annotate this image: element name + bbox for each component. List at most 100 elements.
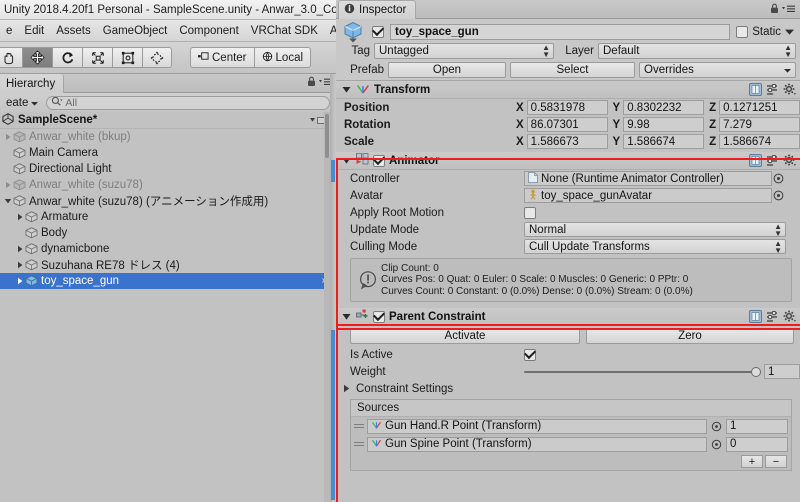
- foldout-collapsed-icon[interactable]: [14, 245, 25, 253]
- tag-dropdown[interactable]: Untagged ▲ ▼: [374, 42, 554, 59]
- drag-handle-icon[interactable]: [354, 442, 364, 446]
- gameobject-name-input[interactable]: toy_space_gun: [390, 23, 731, 40]
- help-book-icon[interactable]: [749, 154, 762, 170]
- hand-tool-button[interactable]: [0, 47, 22, 68]
- space-mode-button[interactable]: Local: [253, 47, 312, 68]
- source-object-picker-icon[interactable]: [710, 420, 723, 433]
- hierarchy-item-body[interactable]: Body: [0, 225, 330, 241]
- scene-row[interactable]: SampleScene*: [0, 112, 330, 129]
- weight-value-input[interactable]: 1: [764, 364, 800, 379]
- transform-position-x-input[interactable]: 0.5831978: [526, 100, 608, 115]
- transform-scale-x-input[interactable]: 1.586673: [526, 134, 608, 149]
- hierarchy-item-main-camera[interactable]: Main Camera: [0, 145, 330, 161]
- hierarchy-item-dynamicbone[interactable]: dynamicbone: [0, 241, 330, 257]
- remove-source-button[interactable]: −: [765, 455, 787, 468]
- source-row[interactable]: Gun Hand.R Point (Transform) 1: [351, 417, 791, 435]
- transform-rotation-x-input[interactable]: 86.07301: [526, 117, 608, 132]
- transform-scale-y-input[interactable]: 1.586674: [623, 134, 705, 149]
- preset-icon[interactable]: [766, 154, 779, 170]
- transform-header[interactable]: Transform: [336, 81, 800, 99]
- hierarchy-tree[interactable]: SampleScene* Anwar_white (bkup) Main Came…: [0, 112, 330, 502]
- avatar-object-field[interactable]: toy_space_gunAvatar: [524, 188, 772, 203]
- constraint-settings-row[interactable]: Constraint Settings: [336, 380, 800, 397]
- foldout-expanded-icon[interactable]: [2, 197, 13, 205]
- source-weight-input[interactable]: 0: [726, 436, 788, 452]
- controller-object-field[interactable]: None (Runtime Animator Controller): [524, 171, 772, 186]
- rotate-tool-button[interactable]: [52, 47, 82, 68]
- pivot-mode-button[interactable]: Center: [190, 47, 254, 68]
- activate-button[interactable]: Activate: [350, 328, 580, 344]
- source-transform-field[interactable]: Gun Spine Point (Transform): [367, 436, 707, 452]
- menu-overflow[interactable]: A): [324, 23, 336, 39]
- tab-hierarchy[interactable]: Hierarchy: [0, 74, 65, 93]
- foldout-triangle-icon[interactable]: [341, 156, 352, 165]
- animator-header[interactable]: Animator: [336, 152, 800, 170]
- foldout-collapsed-icon[interactable]: [14, 277, 25, 285]
- is-active-checkbox[interactable]: [524, 348, 536, 361]
- static-checkbox[interactable]: [736, 25, 749, 38]
- add-source-button[interactable]: +: [741, 455, 763, 468]
- prefab-open-button[interactable]: Open: [388, 61, 506, 78]
- menu-component[interactable]: Component: [173, 23, 244, 39]
- prefab-select-button[interactable]: Select: [510, 61, 635, 78]
- scale-tool-button[interactable]: [82, 47, 112, 68]
- source-object-picker-icon[interactable]: [710, 438, 723, 451]
- zero-button[interactable]: Zero: [586, 328, 794, 344]
- help-book-icon[interactable]: [749, 310, 762, 326]
- inspector-menu-icon[interactable]: [782, 4, 796, 17]
- hierarchy-scrollbar-thumb[interactable]: [325, 114, 329, 158]
- weight-slider-knob[interactable]: [751, 366, 761, 377]
- foldout-collapsed-icon[interactable]: [14, 261, 25, 269]
- update-mode-dropdown[interactable]: Normal ▲ ▼: [524, 222, 786, 237]
- layer-dropdown[interactable]: Default ▲ ▼: [598, 42, 796, 59]
- transform-position-y-input[interactable]: 0.8302232: [623, 100, 705, 115]
- hierarchy-search-input[interactable]: All: [46, 95, 330, 110]
- source-weight-input[interactable]: 1: [726, 418, 788, 434]
- apply-root-motion-checkbox[interactable]: [524, 206, 536, 219]
- foldout-collapsed-icon[interactable]: [14, 213, 25, 221]
- prefab-overrides-dropdown[interactable]: Overrides: [639, 61, 796, 78]
- hierarchy-item-anwar-white-suzu78[interactable]: Anwar_white (suzu78): [0, 177, 330, 193]
- parent-constraint-enabled-checkbox[interactable]: [373, 310, 385, 323]
- controller-object-picker-icon[interactable]: [772, 172, 785, 185]
- foldout-triangle-icon[interactable]: [341, 312, 352, 321]
- foldout-collapsed-icon[interactable]: [2, 133, 13, 141]
- help-book-icon[interactable]: [749, 83, 762, 99]
- rect-tool-button[interactable]: [112, 47, 142, 68]
- avatar-object-picker-icon[interactable]: [772, 189, 785, 202]
- gear-icon[interactable]: [783, 310, 796, 326]
- static-dropdown-icon[interactable]: [785, 26, 794, 38]
- drag-handle-icon[interactable]: [354, 424, 364, 428]
- preset-icon[interactable]: [766, 310, 779, 326]
- hierarchy-item-anwar-white-bkup[interactable]: Anwar_white (bkup): [0, 129, 330, 145]
- preset-icon[interactable]: [766, 83, 779, 99]
- gameobject-enabled-checkbox[interactable]: [372, 25, 384, 38]
- gear-icon[interactable]: [783, 154, 796, 170]
- move-tool-button[interactable]: [22, 47, 52, 68]
- tab-inspector[interactable]: Inspector: [338, 0, 417, 19]
- source-row[interactable]: Gun Spine Point (Transform) 0: [351, 435, 791, 453]
- hierarchy-item-armature[interactable]: Armature: [0, 209, 330, 225]
- source-transform-field[interactable]: Gun Hand.R Point (Transform): [367, 418, 707, 434]
- foldout-collapsed-icon[interactable]: [341, 384, 352, 393]
- weight-slider[interactable]: [524, 366, 761, 377]
- parent-constraint-header[interactable]: Parent Constraint: [336, 308, 800, 326]
- transform-rotation-z-input[interactable]: 7.279: [719, 117, 800, 132]
- transform-rotation-y-input[interactable]: 9.98: [623, 117, 705, 132]
- create-button[interactable]: eate: [2, 96, 42, 110]
- gear-icon[interactable]: [783, 83, 796, 99]
- transform-scale-z-input[interactable]: 1.586674: [719, 134, 800, 149]
- foldout-triangle-icon[interactable]: [341, 85, 352, 94]
- menu-edit[interactable]: Edit: [18, 23, 50, 39]
- transform-tool-button[interactable]: [142, 47, 172, 68]
- menu-vrchat-sdk[interactable]: VRChat SDK: [245, 23, 324, 39]
- transform-position-z-input[interactable]: 0.1271251: [719, 100, 800, 115]
- hierarchy-item-anwar-white-suzu78[interactable]: Anwar_white (suzu78) (アニメーション作成用): [0, 193, 330, 209]
- culling-mode-dropdown[interactable]: Cull Update Transforms ▲ ▼: [524, 239, 786, 254]
- lock-icon[interactable]: [770, 3, 779, 17]
- menu-file[interactable]: e: [0, 23, 18, 39]
- menu-assets[interactable]: Assets: [50, 23, 97, 39]
- lock-icon[interactable]: [307, 76, 316, 90]
- animator-enabled-checkbox[interactable]: [373, 154, 385, 167]
- hierarchy-item-suzuhana-re78-4[interactable]: Suzuhana RE78 ドレス (4): [0, 257, 330, 273]
